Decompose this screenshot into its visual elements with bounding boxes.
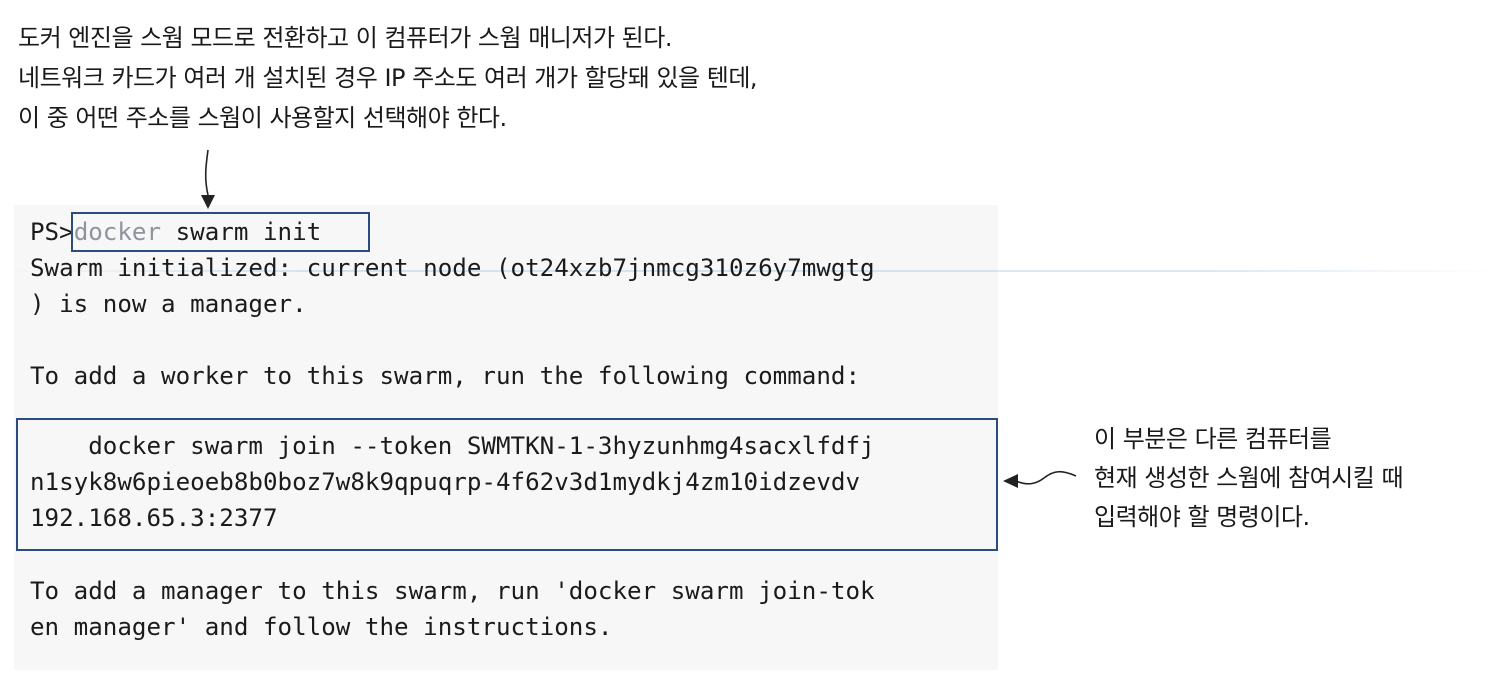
top-annotation: 도커 엔진을 스웜 모드로 전환하고 이 컴퓨터가 스웜 매니저가 된다. 네트… bbox=[18, 18, 758, 138]
side-callout-arrow bbox=[1003, 470, 1077, 488]
side-annotation-line-1: 이 부분은 다른 컴퓨터를 bbox=[1094, 425, 1332, 453]
command-highlight-box bbox=[71, 212, 370, 252]
prompt: PS> bbox=[30, 218, 74, 246]
top-annotation-line-2: 네트워크 카드가 여러 개 설치된 경우 IP 주소도 여러 개가 할당돼 있을… bbox=[18, 64, 758, 92]
side-annotation: 이 부분은 다른 컴퓨터를 현재 생성한 스웜에 참여시킬 때 입력해야 할 명… bbox=[1094, 420, 1404, 537]
top-callout-arrow bbox=[201, 149, 215, 209]
top-annotation-line-1: 도커 엔진을 스웜 모드로 전환하고 이 컴퓨터가 스웜 매니저가 된다. bbox=[18, 24, 672, 52]
output-line-2: ) is now a manager. bbox=[30, 290, 307, 318]
output-line-4: To add a worker to this swarm, run the f… bbox=[30, 362, 861, 390]
output-line-11: en manager' and follow the instructions. bbox=[30, 613, 613, 641]
top-annotation-line-3: 이 중 어떤 주소를 스웜이 사용할지 선택해야 한다. bbox=[18, 104, 507, 132]
side-annotation-line-3: 입력해야 할 명령이다. bbox=[1094, 503, 1310, 531]
output-line-10: To add a manager to this swarm, run 'doc… bbox=[30, 577, 875, 605]
join-command-highlight-box bbox=[16, 418, 998, 551]
side-annotation-line-2: 현재 생성한 스웜에 참여시킬 때 bbox=[1094, 464, 1404, 492]
output-line-1: Swarm initialized: current node (ot24xzb… bbox=[30, 254, 875, 282]
